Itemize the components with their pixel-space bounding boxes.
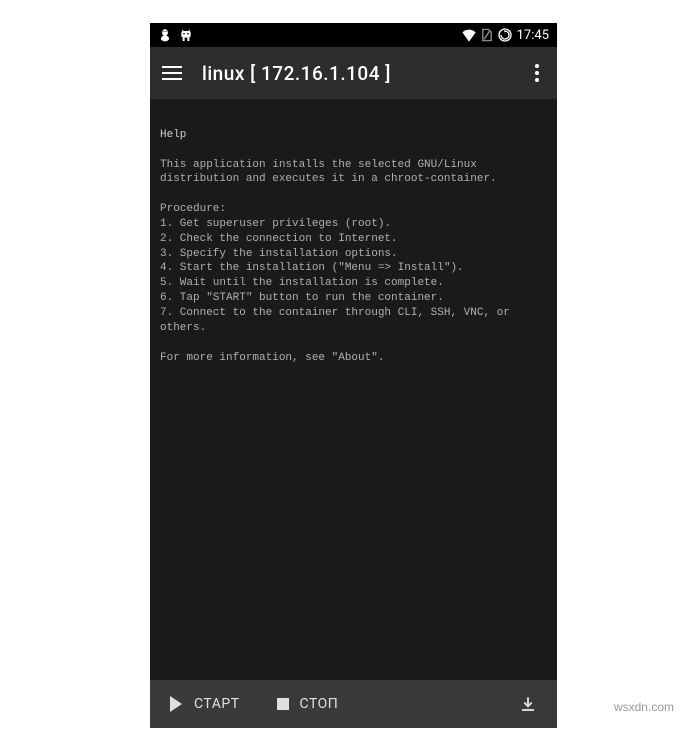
sim-icon — [481, 28, 493, 42]
menu-icon[interactable] — [162, 62, 184, 84]
phone-frame: 17:45 linux [ 172.16.1.104 ] Help This a… — [150, 23, 557, 728]
download-icon — [519, 695, 537, 713]
help-intro: This application installs the selected G… — [160, 159, 497, 186]
penguin-icon — [158, 27, 172, 43]
help-step: 3. Specify the installation options. — [160, 248, 398, 260]
wifi-icon — [461, 28, 477, 42]
help-footer: For more information, see "About". — [160, 352, 384, 364]
help-step: 6. Tap "START" button to run the contain… — [160, 292, 444, 304]
stop-button[interactable]: СТОП — [258, 680, 357, 728]
bottom-bar: СТАРТ СТОП — [150, 680, 557, 728]
more-options-icon[interactable] — [529, 58, 545, 88]
help-step: 7. Connect to the container through CLI,… — [160, 307, 516, 334]
help-step: 2. Check the connection to Internet. — [160, 233, 398, 245]
help-step: 4. Start the installation ("Menu => Inst… — [160, 262, 464, 274]
download-button[interactable] — [499, 680, 557, 728]
stop-icon — [276, 697, 290, 711]
status-bar: 17:45 — [150, 23, 557, 47]
procedure-label: Procedure: — [160, 203, 226, 215]
watermark: wsxdn.com — [614, 700, 674, 714]
robot-icon — [178, 27, 194, 43]
app-title: linux [ 172.16.1.104 ] — [202, 62, 391, 85]
play-icon — [168, 695, 184, 713]
refresh-icon — [497, 27, 513, 43]
help-heading: Help — [160, 129, 186, 141]
help-step: 5. Wait until the installation is comple… — [160, 277, 444, 289]
stop-label: СТОП — [300, 696, 339, 712]
app-bar: linux [ 172.16.1.104 ] — [150, 47, 557, 99]
start-button[interactable]: СТАРТ — [150, 680, 258, 728]
terminal-content[interactable]: Help This application installs the selec… — [150, 99, 557, 680]
start-label: СТАРТ — [194, 696, 240, 712]
help-step: 1. Get superuser privileges (root). — [160, 218, 391, 230]
status-time: 17:45 — [517, 28, 549, 43]
